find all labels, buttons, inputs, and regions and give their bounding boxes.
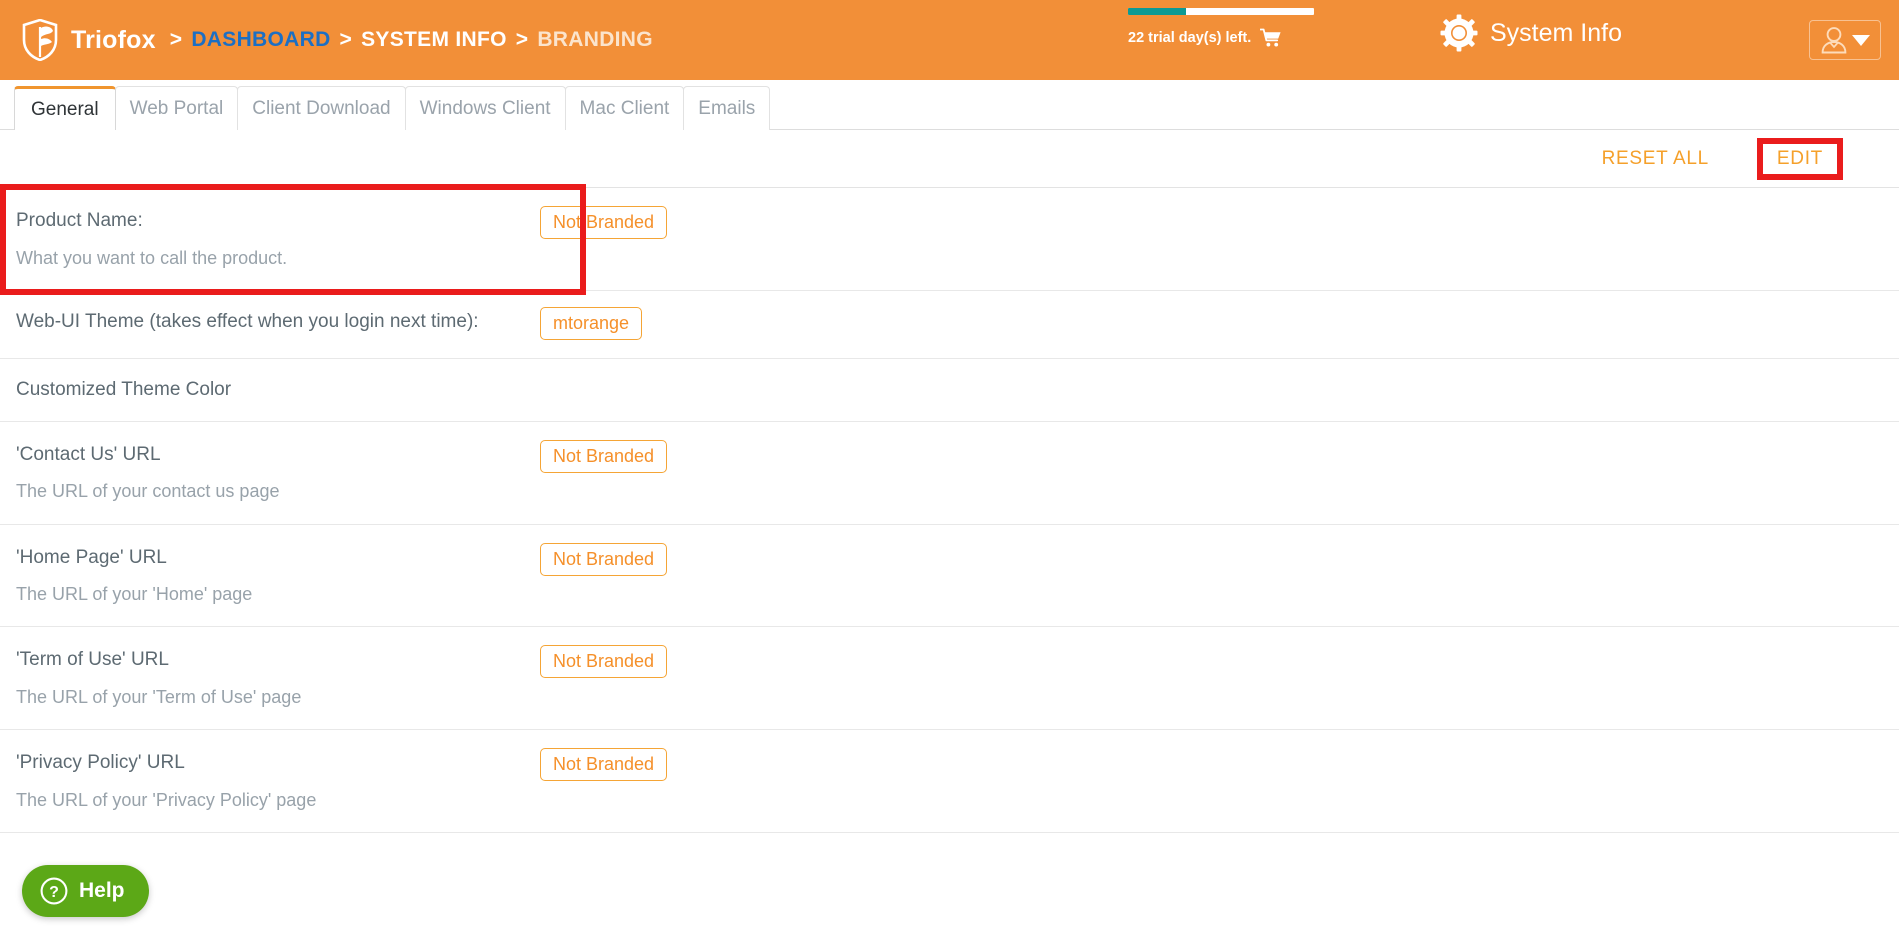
breadcrumb-separator-2: >	[339, 28, 353, 51]
setting-row: Customized Theme Color	[0, 359, 1899, 422]
reset-all-button[interactable]: RESET ALL	[1598, 146, 1713, 172]
brand-name: Triofox	[71, 25, 156, 54]
breadcrumb-separator-3: >	[515, 28, 529, 51]
setting-row-title: Customized Theme Color	[16, 378, 232, 400]
setting-row: 'Home Page' URL The URL of your 'Home' pa…	[0, 525, 1899, 628]
setting-row-description: What you want to call the product.	[16, 247, 288, 268]
tab-web-portal[interactable]: Web Portal	[114, 86, 239, 130]
setting-row-title: 'Privacy Policy' URL	[16, 752, 185, 774]
setting-row-title: Product Name:	[16, 210, 143, 231]
setting-row-title: 'Term of Use' URL	[16, 649, 169, 671]
branding-tabstrip: General Web Portal Client Download Windows …	[0, 80, 1899, 130]
breadcrumb-item-dashboard[interactable]: DASHBOARD	[191, 28, 330, 52]
breadcrumb: > DASHBOARD > SYSTEM INFO > BRANDING	[170, 28, 653, 52]
shopping-cart-icon[interactable]	[1260, 28, 1282, 48]
setting-value-pill[interactable]: mtorange	[540, 306, 643, 340]
breadcrumb-item-branding: BRANDING	[537, 28, 653, 51]
setting-value-pill[interactable]: Not Branded	[540, 645, 668, 679]
setting-row-description: The URL of your 'Privacy Policy' page	[16, 790, 317, 811]
tab-emails[interactable]: Emails	[683, 86, 771, 130]
question-mark-icon: ?	[40, 877, 68, 905]
tab-general[interactable]: General	[14, 86, 116, 130]
edit-button[interactable]: EDIT	[1773, 146, 1827, 172]
brand-group[interactable]: Triofox	[22, 19, 156, 61]
trial-progress-bar	[1128, 8, 1314, 15]
setting-row-description: The URL of your contact us page	[16, 481, 280, 502]
breadcrumb-item-system-info[interactable]: SYSTEM INFO	[361, 28, 507, 52]
setting-row-labels: 'Home Page' URL The URL of your 'Home' pa…	[16, 545, 540, 607]
system-info-label: System Info	[1490, 18, 1622, 47]
top-header-bar: Triofox > DASHBOARD > SYSTEM INFO > BRAN…	[0, 0, 1899, 80]
setting-row-labels: Web-UI Theme (takes effect when you logi…	[16, 309, 540, 335]
tab-client-download[interactable]: Client Download	[237, 86, 406, 130]
setting-row-description: The URL of your 'Home' page	[16, 584, 253, 605]
branding-settings-list: Product Name: What you want to call the p…	[0, 184, 1899, 834]
edit-button-highlight: EDIT	[1756, 137, 1843, 180]
action-toolbar: RESET ALL EDIT	[0, 130, 1899, 188]
setting-row-title: 'Home Page' URL	[16, 546, 167, 568]
svg-text:?: ?	[49, 884, 59, 901]
setting-row-labels: 'Term of Use' URL The URL of your 'Term o…	[16, 647, 540, 709]
user-icon	[1821, 27, 1846, 54]
setting-row: 'Privacy Policy' URL The URL of your 'Pri…	[0, 730, 1899, 834]
trial-progress-fill	[1128, 8, 1186, 15]
setting-row: Product Name: What you want to call the p…	[0, 188, 1899, 291]
setting-value-pill[interactable]: Not Branded	[540, 206, 668, 239]
help-widget-label: Help	[79, 879, 125, 902]
tab-mac-client[interactable]: Mac Client	[564, 86, 685, 130]
setting-row-labels: Customized Theme Color	[16, 377, 540, 403]
trial-days-left-text: 22 trial day(s) left.	[1128, 30, 1252, 46]
user-menu-button[interactable]	[1809, 20, 1881, 60]
setting-row-title: 'Contact Us' URL	[16, 443, 161, 465]
setting-value-pill[interactable]: Not Branded	[540, 542, 668, 576]
setting-row-labels: Product Name: What you want to call the p…	[16, 208, 540, 270]
setting-row: Web-UI Theme (takes effect when you logi…	[0, 291, 1899, 359]
shield-icon	[22, 19, 58, 61]
setting-row-description: The URL of your 'Term of Use' page	[16, 687, 302, 708]
gear-icon	[1440, 14, 1478, 52]
tab-windows-client[interactable]: Windows Client	[404, 86, 566, 130]
system-info-indicator[interactable]: System Info	[1440, 14, 1622, 52]
setting-value-pill[interactable]: Not Branded	[540, 748, 668, 782]
trial-status: 22 trial day(s) left.	[1128, 8, 1328, 48]
setting-row-title: Web-UI Theme (takes effect when you logi…	[16, 310, 479, 332]
setting-row: 'Contact Us' URL The URL of your contact …	[0, 422, 1899, 525]
breadcrumb-separator-1: >	[169, 28, 183, 51]
chevron-down-icon	[1851, 34, 1870, 46]
setting-value-pill[interactable]: Not Branded	[540, 439, 668, 473]
setting-row: 'Term of Use' URL The URL of your 'Term o…	[0, 627, 1899, 731]
setting-row-labels: 'Privacy Policy' URL The URL of your 'Pri…	[16, 750, 540, 812]
help-widget-button[interactable]: ? Help	[22, 865, 149, 917]
setting-row-labels: 'Contact Us' URL The URL of your contact …	[16, 442, 540, 504]
